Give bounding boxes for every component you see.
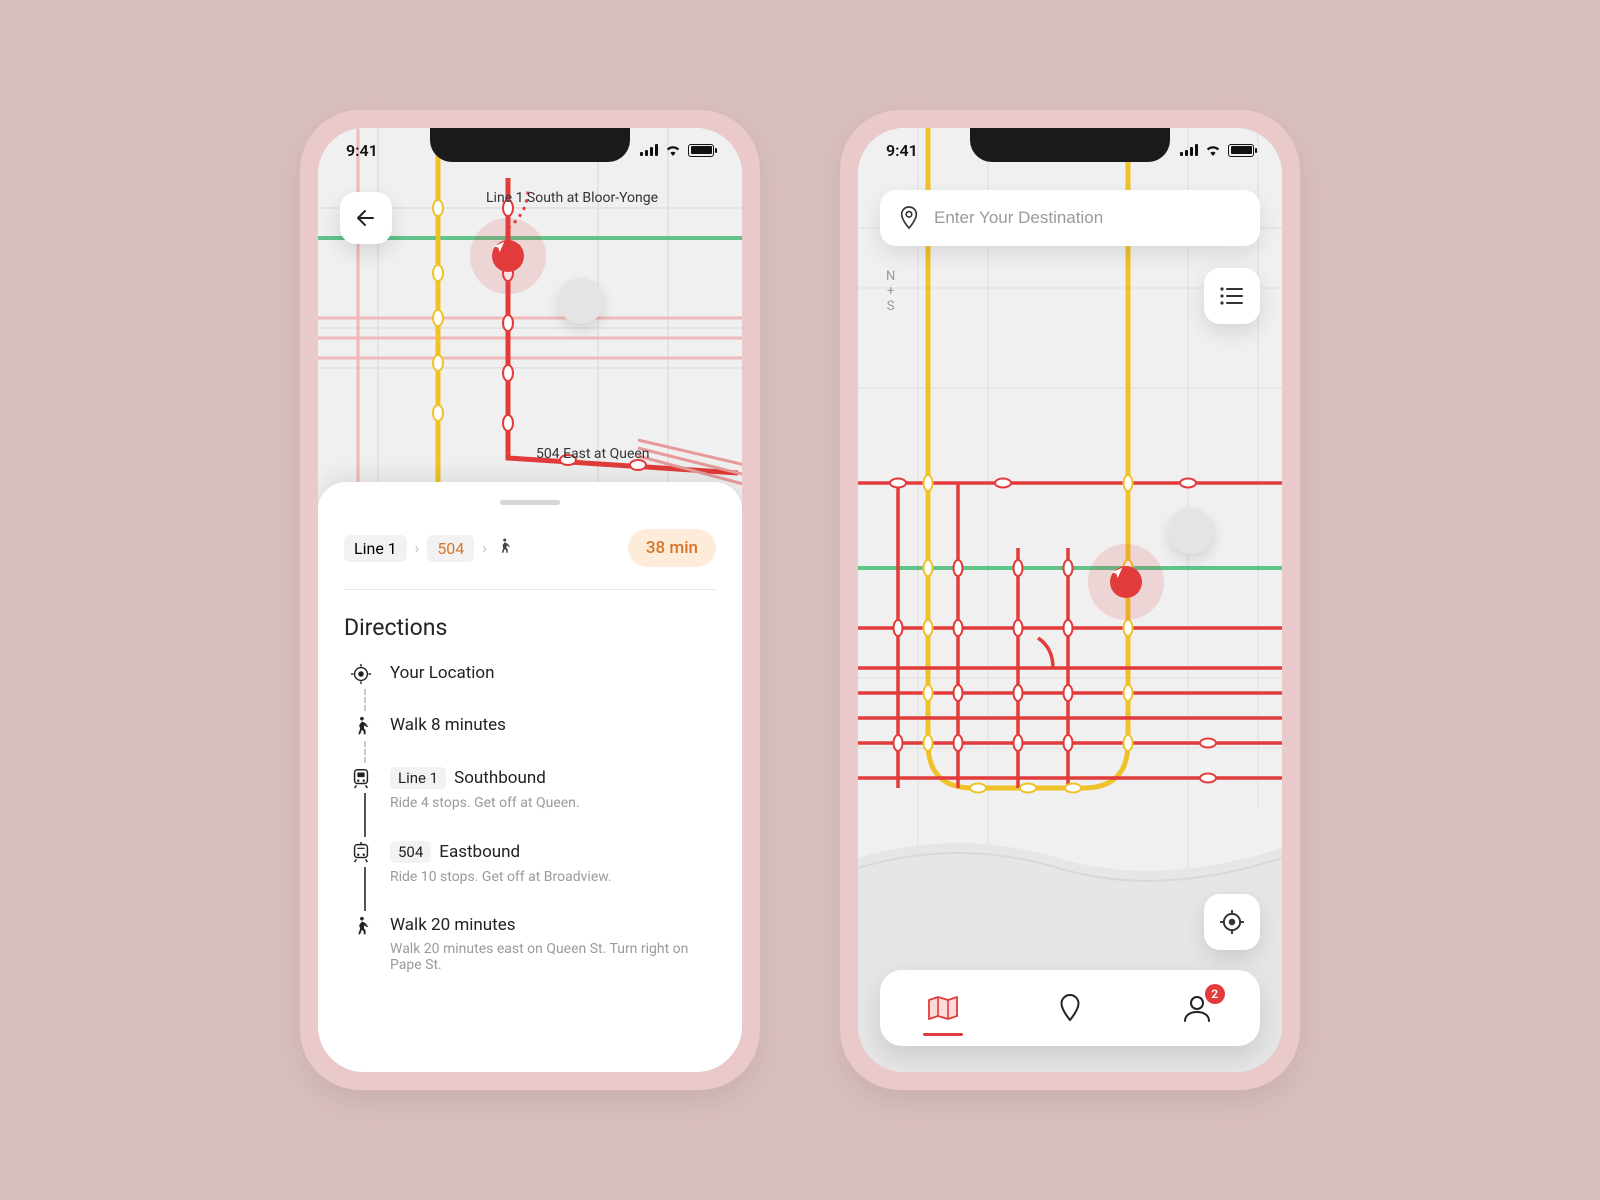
tab-map[interactable] (913, 970, 973, 1046)
status-time: 9:41 (346, 141, 378, 160)
step-streetcar: 504 Eastbound Ride 10 stops. Get off at … (348, 841, 716, 915)
tab-bar: 2 (880, 970, 1260, 1046)
poi-marker[interactable] (558, 278, 604, 324)
step-origin: Your Location (348, 663, 716, 715)
step-subway: Line 1 Southbound Ride 4 stops. Get off … (348, 767, 716, 841)
destination-input[interactable] (934, 208, 1242, 228)
step-text: Walk 8 minutes (390, 715, 716, 735)
locate-icon (1219, 909, 1245, 935)
step-walk1: Walk 8 minutes (348, 715, 716, 767)
line-direction: Southbound (454, 768, 546, 788)
step-sub: Walk 20 minutes east on Queen St. Turn r… (390, 941, 716, 973)
screen: 9:41 (858, 128, 1282, 1072)
poi-marker[interactable] (1168, 508, 1214, 554)
notch (970, 128, 1170, 162)
directions-sheet[interactable]: Line 1 › 504 › 38 min Directions (318, 482, 742, 1072)
notch (430, 128, 630, 162)
subway-icon (348, 767, 374, 811)
compass-indicator: N + S (886, 270, 895, 315)
step-text: Walk 20 minutes (390, 915, 716, 935)
line-tag: 504 (390, 841, 431, 863)
status-indicators (1180, 143, 1254, 157)
signal-icon (1180, 144, 1198, 156)
route-sequence: Line 1 › 504 › (344, 535, 513, 562)
walk-icon (348, 715, 374, 737)
pin-icon (1058, 993, 1082, 1023)
chevron-right-icon: › (415, 539, 420, 557)
battery-icon (1228, 144, 1254, 157)
wifi-icon (664, 143, 682, 157)
walk-icon (348, 915, 374, 973)
step-sub: Ride 4 stops. Get off at Queen. (390, 795, 716, 811)
tab-places[interactable] (1040, 970, 1100, 1046)
line-tag: Line 1 (390, 767, 446, 789)
chevron-right-icon: › (482, 539, 487, 557)
line-direction: Eastbound (439, 842, 520, 862)
directions-heading: Directions (344, 614, 716, 641)
eta-badge: 38 min (628, 529, 716, 567)
phone-explore: 9:41 (840, 110, 1300, 1090)
screen: 9:41 (318, 128, 742, 1072)
wifi-icon (1204, 143, 1222, 157)
seq-line1[interactable]: Line 1 (344, 535, 407, 562)
streetcar-icon (348, 841, 374, 885)
directions-steps: Your Location Walk 8 minutes (344, 663, 716, 973)
status-time: 9:41 (886, 141, 918, 160)
current-location-marker[interactable] (1110, 566, 1142, 598)
notification-badge: 2 (1205, 984, 1225, 1004)
back-button[interactable] (340, 192, 392, 244)
locate-icon (348, 663, 374, 685)
arrow-left-icon (354, 206, 378, 230)
recenter-button[interactable] (1204, 894, 1260, 950)
map-icon (926, 994, 960, 1022)
status-indicators (640, 143, 714, 157)
destination-search[interactable] (880, 190, 1260, 246)
step-walk2: Walk 20 minutes Walk 20 minutes east on … (348, 915, 716, 973)
map-label-line1: Line 1 South at Bloor-Yonge (486, 190, 658, 206)
current-location-marker[interactable] (492, 240, 524, 272)
list-icon (1219, 286, 1245, 306)
seq-504[interactable]: 504 (427, 535, 474, 562)
step-text: Your Location (390, 663, 716, 683)
tab-profile[interactable]: 2 (1167, 970, 1227, 1046)
step-sub: Ride 10 stops. Get off at Broadview. (390, 869, 716, 885)
layers-button[interactable] (1204, 268, 1260, 324)
walk-icon (495, 536, 513, 561)
battery-icon (688, 144, 714, 157)
phone-directions: 9:41 (300, 110, 760, 1090)
signal-icon (640, 144, 658, 156)
sheet-handle[interactable] (500, 500, 560, 505)
map-label-504: 504 East at Queen (536, 446, 650, 462)
route-summary: Line 1 › 504 › 38 min (344, 529, 716, 590)
pin-icon (898, 205, 920, 231)
